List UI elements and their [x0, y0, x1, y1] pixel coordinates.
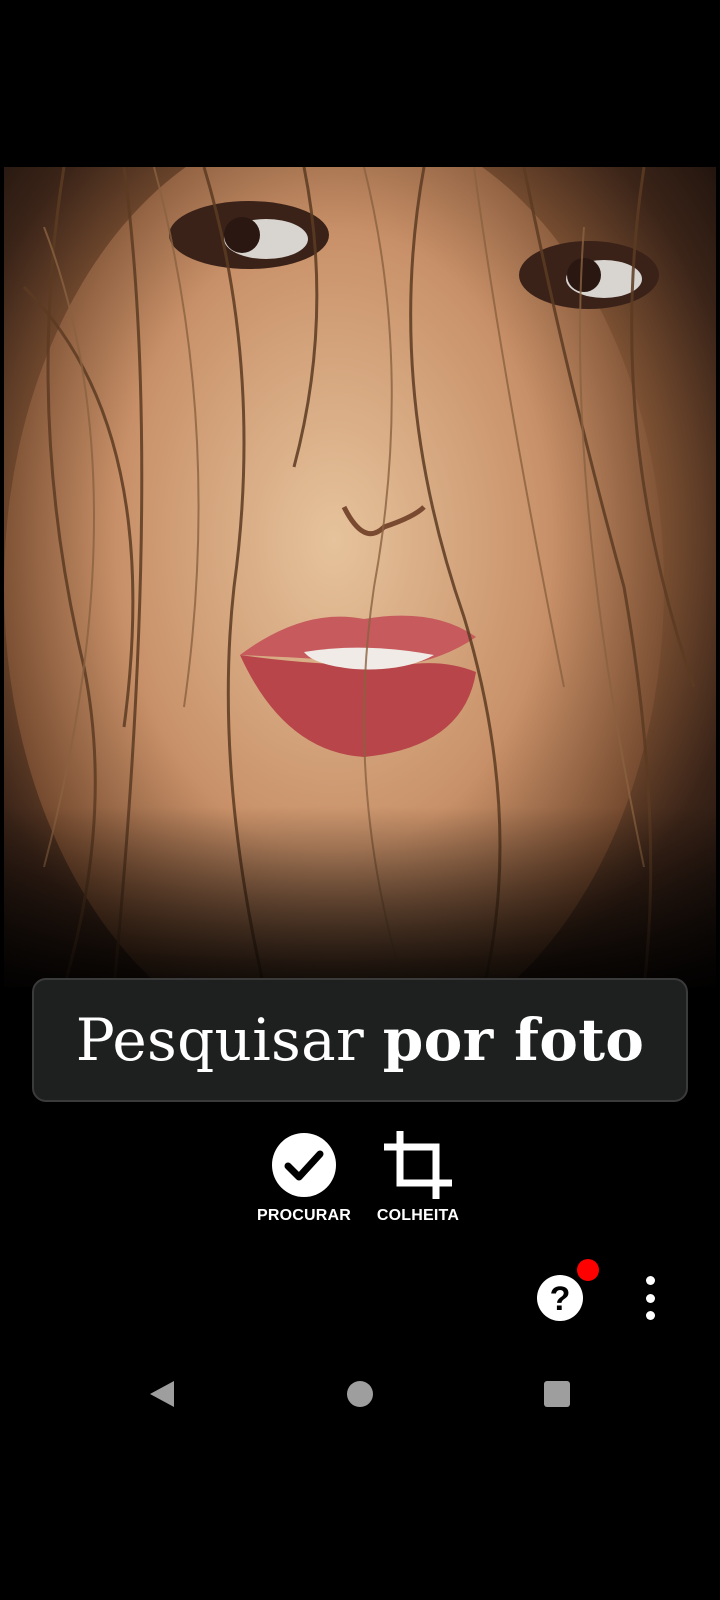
- nav-back-icon: [150, 1381, 174, 1407]
- notification-badge: [577, 1259, 599, 1281]
- nav-recents-button[interactable]: [539, 1376, 575, 1412]
- crop-icon: [358, 1129, 478, 1201]
- svg-text:?: ?: [550, 1280, 571, 1318]
- crop-button[interactable]: COLHEITA: [358, 1129, 478, 1225]
- nav-back-button[interactable]: [144, 1376, 180, 1412]
- search-button-label: PROCURAR: [256, 1207, 352, 1224]
- photo-illustration: [4, 167, 716, 987]
- nav-home-button[interactable]: [342, 1376, 378, 1412]
- more-options-button[interactable]: [638, 1276, 662, 1320]
- banner-title-regular: Pesquisar: [75, 1006, 365, 1074]
- more-dot-icon: [645, 1276, 655, 1285]
- crop-button-label: COLHEITA: [376, 1207, 460, 1224]
- help-circle-icon: ?: [537, 1275, 583, 1321]
- nav-home-icon: [347, 1381, 373, 1407]
- search-button[interactable]: PROCURAR: [244, 1129, 364, 1225]
- more-dot-icon: [645, 1293, 655, 1303]
- help-button[interactable]: ?: [536, 1274, 584, 1322]
- banner-title: Pesquisar por foto: [76, 1006, 645, 1074]
- nav-recents-icon: [544, 1381, 570, 1407]
- check-circle-icon: [244, 1129, 364, 1201]
- more-dot-icon: [645, 1311, 655, 1320]
- selected-photo[interactable]: [4, 167, 716, 987]
- search-by-photo-banner: Pesquisar por foto: [32, 978, 688, 1102]
- banner-title-bold: por foto: [382, 1006, 645, 1074]
